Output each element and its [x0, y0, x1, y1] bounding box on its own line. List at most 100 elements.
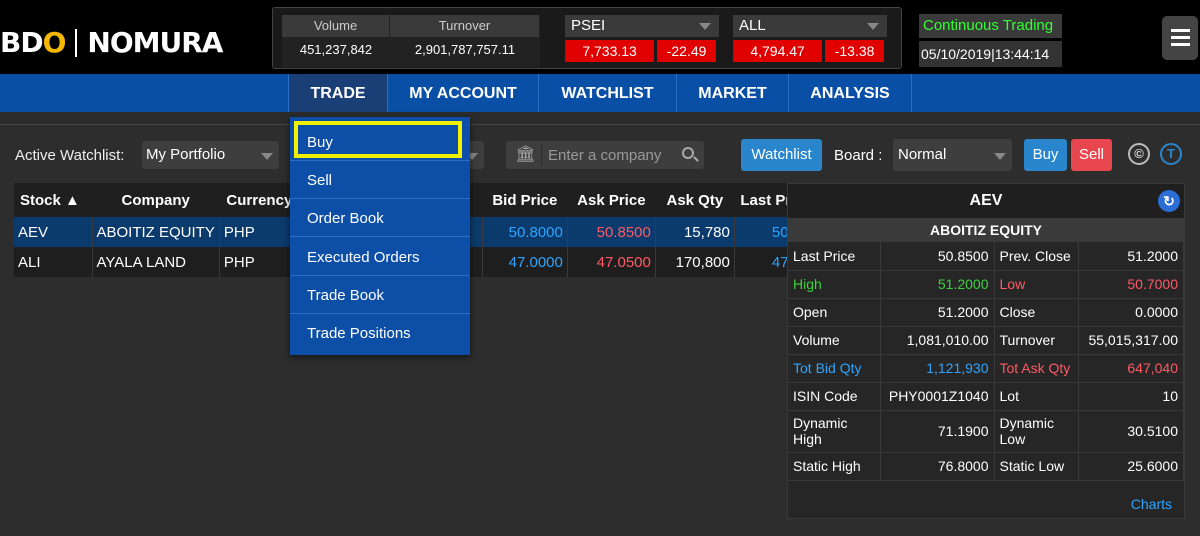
- all-select[interactable]: ALL: [733, 15, 887, 37]
- turnover-box: Turnover 2,901,787,757.11: [390, 15, 540, 67]
- detail-label: Turnover: [994, 326, 1079, 355]
- detail-label: Low: [994, 270, 1079, 299]
- detail-label: Close: [994, 298, 1079, 327]
- col-stock[interactable]: Stock ▲: [14, 183, 92, 217]
- market-status: Continuous Trading 05/10/2019|13:44:14: [919, 14, 1062, 68]
- psei-name: PSEI: [571, 17, 606, 34]
- all-index: ALL 4,794.47 -13.38: [733, 15, 887, 67]
- board-select-value: Normal: [898, 146, 947, 163]
- col-ask-price[interactable]: Ask Price: [567, 183, 656, 217]
- copyright-icon[interactable]: ©: [1128, 143, 1150, 165]
- detail-row: Dynamic High 71.1900 Dynamic Low 30.5100: [788, 410, 1184, 453]
- watchlist-select[interactable]: My Portfolio: [142, 141, 279, 169]
- cell-ask-qty: 15,780: [655, 217, 735, 247]
- detail-value: 647,040: [1078, 354, 1184, 383]
- chevron-down-icon: [867, 23, 879, 30]
- detail-label: Tot Ask Qty: [994, 354, 1079, 383]
- watchlist-button[interactable]: Watchlist: [741, 139, 822, 171]
- menu-item-order-book[interactable]: Order Book: [290, 199, 470, 237]
- cell-ask-price: 47.0500: [567, 247, 656, 277]
- status-time: 13:44:14: [994, 46, 1050, 62]
- psei-index: PSEI 7,733.13 -22.49: [565, 15, 719, 67]
- volume-value: 451,237,842: [299, 42, 373, 57]
- detail-label: Dynamic High: [788, 410, 881, 453]
- search-icon[interactable]: [682, 147, 694, 159]
- detail-label: Last Price: [788, 242, 881, 271]
- board-label: Board :: [834, 147, 883, 164]
- volume-label: Volume: [282, 15, 390, 37]
- charts-link[interactable]: Charts: [1131, 496, 1172, 512]
- detail-value: 50.7000: [1078, 270, 1184, 299]
- menu-item-sell[interactable]: Sell: [290, 161, 470, 199]
- detail-value: 0.0000: [1078, 298, 1184, 327]
- company-search: 🏛: [506, 141, 704, 169]
- detail-row: Static High 76.8000 Static Low 25.6000: [788, 452, 1184, 481]
- psei-change: -22.49: [657, 40, 716, 62]
- detail-company-name: ABOITIZ EQUITY: [788, 218, 1184, 242]
- buy-button[interactable]: Buy: [1024, 139, 1067, 171]
- board-select[interactable]: Normal: [893, 139, 1012, 171]
- cell-stock: ALI: [14, 247, 93, 277]
- detail-symbol: AEV: [969, 192, 1003, 209]
- cell-bid-price: 47.0000: [482, 247, 568, 277]
- detail-value: 1,081,010.00: [880, 326, 995, 355]
- hamburger-line: [1171, 43, 1190, 46]
- detail-row: High 51.2000 Low 50.7000: [788, 270, 1184, 299]
- detail-value: 76.8000: [880, 452, 995, 481]
- active-watchlist-label: Active Watchlist:: [15, 147, 125, 164]
- detail-value: 1,121,930: [880, 354, 995, 383]
- menu-item-executed-orders[interactable]: Executed Orders: [290, 238, 470, 276]
- detail-label: Open: [788, 298, 881, 327]
- all-value: 4,794.47: [733, 40, 823, 62]
- detail-row: Volume 1,081,010.00 Turnover 55,015,317.00: [788, 326, 1184, 355]
- nav-my-account[interactable]: MY ACCOUNT: [387, 74, 538, 112]
- menu-item-trade-book[interactable]: Trade Book: [290, 276, 470, 314]
- detail-value: 71.1900: [880, 410, 995, 453]
- detail-value: 30.5100: [1078, 410, 1184, 453]
- col-ask-qty[interactable]: Ask Qty: [655, 183, 735, 217]
- detail-label: High: [788, 270, 881, 299]
- cell-company: ABOITIZ EQUITY: [92, 217, 220, 247]
- logo-o-letter: O: [42, 26, 67, 59]
- sell-button[interactable]: Sell: [1071, 139, 1112, 171]
- detail-value: 51.2000: [1078, 242, 1184, 271]
- detail-header: AEV ↻: [788, 184, 1184, 218]
- nav-watchlist[interactable]: WATCHLIST: [538, 74, 676, 112]
- detail-row: Tot Bid Qty 1,121,930 Tot Ask Qty 647,040: [788, 354, 1184, 383]
- detail-row: Last Price 50.8500 Prev. Close 51.2000: [788, 242, 1184, 271]
- turnover-label: Turnover: [390, 15, 540, 37]
- nav-market[interactable]: MARKET: [676, 74, 788, 112]
- detail-row: ISIN Code PHY0001Z1040 Lot 10: [788, 382, 1184, 411]
- detail-label: Dynamic Low: [994, 410, 1079, 453]
- detail-label: Volume: [788, 326, 881, 355]
- refresh-icon[interactable]: ↻: [1158, 190, 1180, 212]
- detail-value: 50.8500: [880, 242, 995, 271]
- highlight-box: [294, 121, 462, 158]
- volume-box: Volume 451,237,842: [282, 15, 390, 67]
- stock-detail-panel: AEV ↻ ABOITIZ EQUITY Last Price 50.8500 Pre…: [787, 183, 1185, 519]
- cell-ask-price: 50.8500: [567, 217, 656, 247]
- trading-status: Continuous Trading: [919, 14, 1062, 38]
- hamburger-menu-button[interactable]: [1162, 16, 1198, 60]
- cell-stock: AEV: [14, 217, 93, 247]
- detail-label: Prev. Close: [994, 242, 1079, 271]
- col-bid-price[interactable]: Bid Price: [482, 183, 568, 217]
- market-ticker: Volume 451,237,842 Turnover 2,901,787,75…: [272, 7, 902, 69]
- col-company[interactable]: Company: [92, 183, 220, 217]
- watchlist-select-value: My Portfolio: [146, 146, 226, 163]
- psei-select[interactable]: PSEI: [565, 15, 719, 37]
- bank-icon: 🏛: [510, 144, 542, 166]
- detail-label: ISIN Code: [788, 382, 881, 411]
- menu-item-trade-positions[interactable]: Trade Positions: [290, 314, 470, 352]
- nav-trade[interactable]: TRADE: [288, 74, 387, 112]
- company-search-input[interactable]: [548, 145, 668, 165]
- top-header: BD O NOMURA Volume 451,237,842 Turnover 2,…: [0, 0, 1200, 74]
- nav-analysis[interactable]: ANALYSIS: [788, 74, 912, 112]
- bdo-nomura-logo: BD O NOMURA: [0, 26, 223, 59]
- detail-label: Static Low: [994, 452, 1079, 481]
- chevron-down-icon: [699, 23, 711, 30]
- detail-row: Open 51.2000 Close 0.0000: [788, 298, 1184, 327]
- t-logo-icon[interactable]: T: [1160, 143, 1182, 165]
- col-currency[interactable]: Currency: [219, 183, 300, 217]
- detail-value: PHY0001Z1040: [880, 382, 995, 411]
